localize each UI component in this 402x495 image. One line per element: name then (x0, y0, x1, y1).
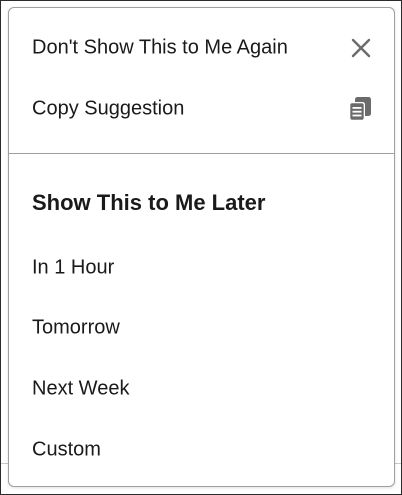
later-option-label: Next Week (32, 377, 130, 400)
copy-suggestion-menu-item[interactable]: Copy Suggestion (9, 81, 394, 137)
copy-suggestion-label: Copy Suggestion (32, 97, 185, 120)
later-option-label: Custom (32, 438, 101, 461)
later-option-in-1-hour[interactable]: In 1 Hour (9, 240, 394, 296)
close-icon (351, 38, 371, 58)
later-option-custom[interactable]: Custom (9, 422, 394, 478)
background-edge-right (394, 463, 401, 464)
background-edge-left (1, 463, 8, 464)
dont-show-again-menu-item[interactable]: Don't Show This to Me Again (9, 20, 394, 76)
later-option-next-week[interactable]: Next Week (9, 361, 394, 417)
later-option-label: In 1 Hour (32, 256, 115, 279)
menu-divider (9, 153, 394, 154)
later-option-label: Tomorrow (32, 316, 120, 339)
suggestion-options-menu: Don't Show This to Me Again Copy Suggest… (8, 7, 395, 487)
show-later-heading: Show This to Me Later (32, 190, 266, 215)
copy-icon (349, 97, 371, 121)
screenshot-frame: Don't Show This to Me Again Copy Suggest… (0, 0, 402, 495)
dont-show-again-label: Don't Show This to Me Again (32, 36, 288, 59)
later-option-tomorrow[interactable]: Tomorrow (9, 300, 394, 356)
